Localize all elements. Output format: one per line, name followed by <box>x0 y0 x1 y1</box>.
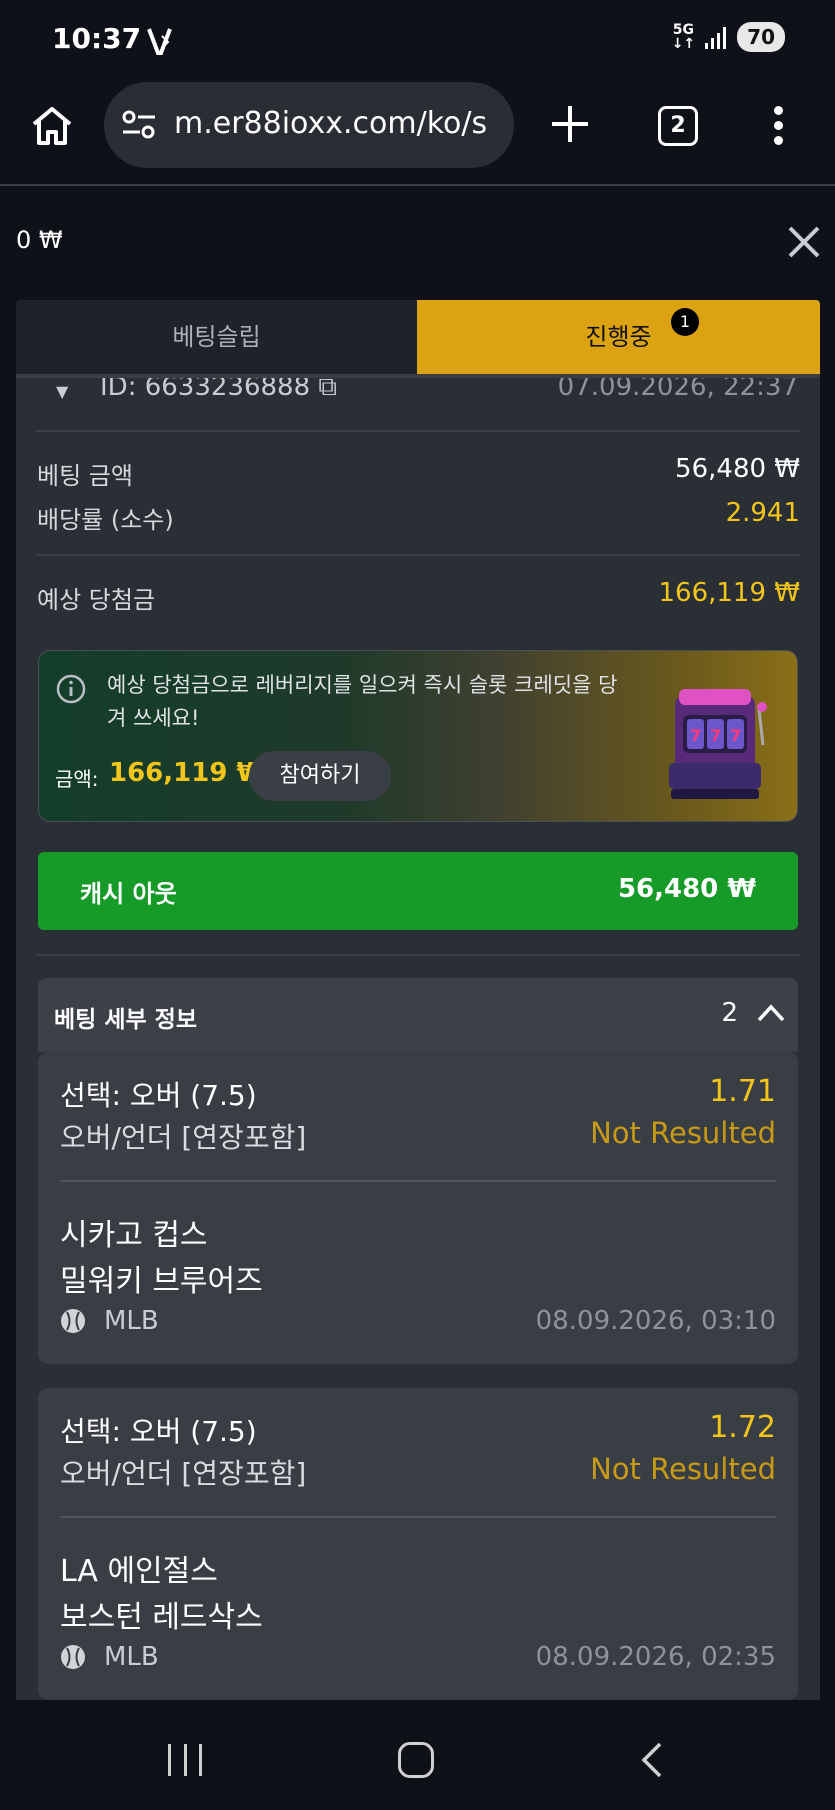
baseball-icon <box>61 1645 85 1669</box>
join-button[interactable]: 참여하기 <box>249 751 391 801</box>
odds-label: 배당률 (소수) <box>37 506 174 534</box>
promo-amount: 166,119 ₩ <box>109 758 266 788</box>
info-icon <box>56 674 86 704</box>
cashout-label: 캐시 아웃 <box>80 880 177 908</box>
league-name: MLB <box>104 1642 159 1672</box>
team-away: 보스턴 레드삭스 <box>60 1600 263 1635</box>
chevron-down-icon[interactable]: ▼ <box>56 382 68 401</box>
tune-icon[interactable] <box>122 110 156 140</box>
selection-count: 2 <box>721 998 738 1028</box>
plus-icon[interactable] <box>548 102 592 146</box>
market-name: 오버/언더 [연장포함] <box>60 1457 307 1490</box>
battery-indicator: 70 <box>737 22 785 52</box>
system-nav-bar <box>0 1700 835 1810</box>
stake-value: 56,480 ₩ <box>675 454 800 484</box>
divider <box>36 554 800 556</box>
bet-id: ID: 6633236888 ⧉ <box>100 378 337 403</box>
status-time: 10:37 <box>52 22 142 55</box>
event-date: 08.09.2026, 02:35 <box>535 1642 776 1672</box>
tab-in-progress[interactable]: 진행중 1 <box>417 300 820 374</box>
url-text[interactable]: m.er88ioxx.com/ko/s <box>174 106 504 141</box>
selection-odds: 1.72 <box>709 1410 776 1445</box>
nav-home-icon[interactable] <box>398 1742 434 1778</box>
svg-text:7: 7 <box>730 726 741 745</box>
tabs-icon[interactable]: 2 <box>658 106 698 146</box>
slot-machine-icon: 7 7 7 <box>669 689 767 799</box>
league-name: MLB <box>104 1306 159 1336</box>
bet-panel: ▼ ID: 6633236888 ⧉ 07.09.2026, 22:37 베팅 … <box>16 378 820 1700</box>
result-status: Not Resulted <box>590 1452 776 1486</box>
more-icon[interactable] <box>772 106 784 146</box>
market-name: 오버/언더 [연장포함] <box>60 1121 307 1154</box>
status-icons: 5G ↓↑ 70 <box>672 22 785 52</box>
svg-text:7: 7 <box>690 726 701 745</box>
payout-label: 예상 당첨금 <box>37 586 156 614</box>
selection-label: 선택: 오버 (7.5) <box>60 1079 257 1112</box>
selection-odds: 1.71 <box>709 1074 776 1109</box>
promo-amount-label: 금액: <box>55 767 99 791</box>
svg-text:7: 7 <box>710 726 721 745</box>
bet-details-header[interactable]: 베팅 세부 정보 2 <box>38 978 798 1052</box>
payout-value: 166,119 ₩ <box>658 578 801 608</box>
divider <box>36 954 800 956</box>
divider <box>60 1180 776 1182</box>
signal-icon <box>705 25 727 49</box>
status-bar: 10:37 5G ↓↑ 70 <box>0 0 835 80</box>
recent-apps-icon[interactable] <box>168 1744 202 1776</box>
bet-placed-date: 07.09.2026, 22:37 <box>557 378 798 402</box>
promo-text: 예상 당첨금으로 레버리지를 일으켜 즉시 슬롯 크레딧을 당겨 쓰세요! <box>107 673 618 730</box>
selection-card: 선택: 오버 (7.5) 1.72 오버/언더 [연장포함] Not Resul… <box>38 1388 798 1700</box>
team-away: 밀워키 브루어즈 <box>60 1264 263 1299</box>
vpn-key-icon <box>147 28 172 55</box>
cashout-amount: 56,480 ₩ <box>617 874 756 904</box>
result-status: Not Resulted <box>590 1116 776 1150</box>
in-progress-count-badge: 1 <box>671 308 699 336</box>
baseball-icon <box>61 1309 85 1333</box>
close-icon[interactable] <box>784 222 824 262</box>
divider <box>60 1516 776 1518</box>
tab-betslip[interactable]: 베팅슬립 <box>16 300 417 374</box>
selection-label: 선택: 오버 (7.5) <box>60 1415 257 1448</box>
copy-icon[interactable]: ⧉ <box>318 378 337 402</box>
odds-value: 2.941 <box>725 498 800 528</box>
selection-card: 선택: 오버 (7.5) 1.71 오버/언더 [연장포함] Not Resul… <box>38 1052 798 1364</box>
stake-label: 베팅 금액 <box>37 462 133 490</box>
divider <box>36 430 800 432</box>
team-home: 시카고 컵스 <box>60 1218 208 1253</box>
browser-toolbar: m.er88ioxx.com/ko/s 2 <box>0 80 835 186</box>
bet-details-title: 베팅 세부 정보 <box>54 1007 197 1033</box>
balance-amount: 0 ₩ <box>16 226 63 254</box>
betslip-tabs: 베팅슬립 진행중 1 <box>16 300 820 378</box>
slot-credit-promo: 예상 당첨금으로 레버리지를 일으켜 즉시 슬롯 크레딧을 당겨 쓰세요! 금액… <box>38 650 798 822</box>
back-icon[interactable] <box>636 1740 666 1780</box>
address-bar[interactable]: m.er88ioxx.com/ko/s <box>104 82 514 168</box>
cashout-button[interactable]: 캐시 아웃 56,480 ₩ <box>38 852 798 930</box>
tab-in-progress-label: 진행중 <box>585 323 652 351</box>
team-home: LA 에인절스 <box>60 1554 218 1589</box>
chevron-up-icon[interactable] <box>756 1002 786 1024</box>
network-type: 5G ↓↑ <box>671 22 696 52</box>
bet-id-row[interactable]: ▼ ID: 6633236888 ⧉ 07.09.2026, 22:37 <box>16 378 820 410</box>
home-icon[interactable] <box>30 104 74 148</box>
event-date: 08.09.2026, 03:10 <box>535 1306 776 1336</box>
